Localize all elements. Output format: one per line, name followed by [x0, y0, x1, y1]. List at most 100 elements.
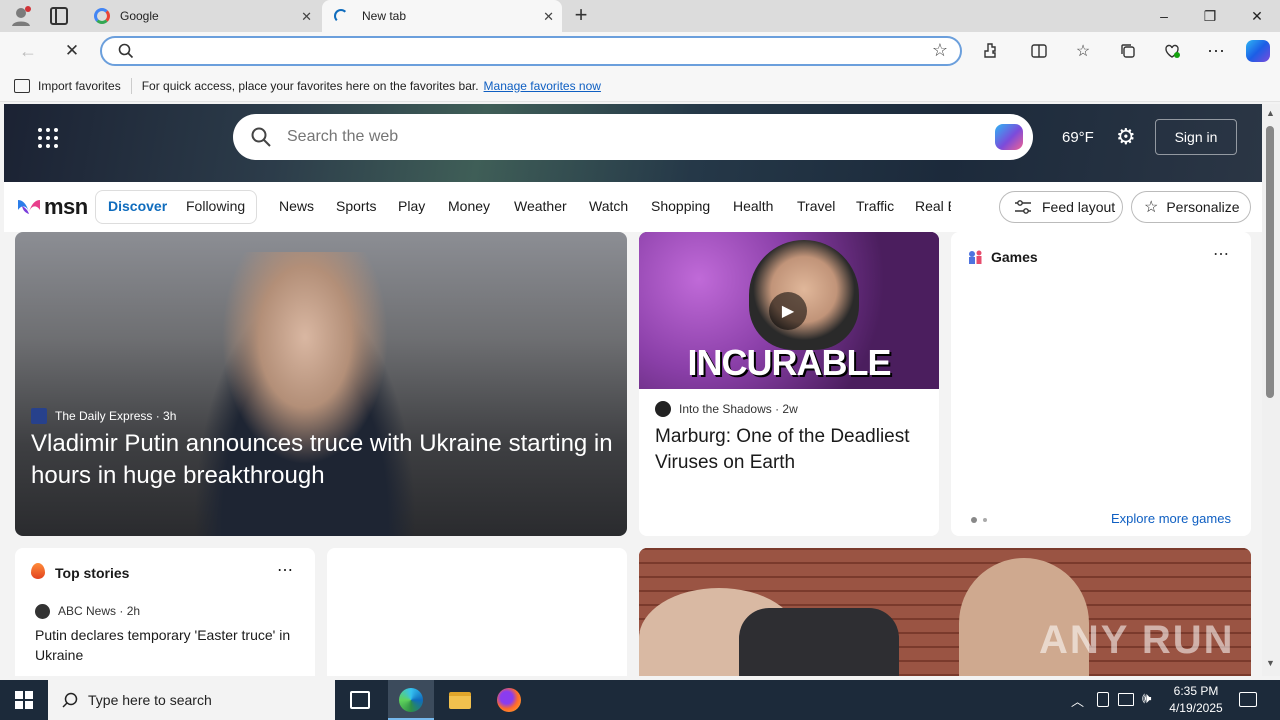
video-source: Into the Shadows · 2w: [679, 402, 798, 416]
scrollbar-thumb[interactable]: [1266, 126, 1274, 398]
close-tab-icon[interactable]: ✕: [301, 9, 312, 25]
source-logo: [31, 408, 47, 424]
lead-source: The Daily Express · 3h: [55, 409, 177, 423]
web-search-box[interactable]: [233, 114, 1033, 160]
feed-layout-label: Feed layout: [1042, 199, 1116, 215]
games-card: Games ⋯ Explore more games: [951, 232, 1251, 536]
new-tab-button[interactable]: +: [568, 3, 594, 29]
nav-travel[interactable]: Travel: [797, 198, 835, 214]
weather-temperature[interactable]: 69°F: [1062, 129, 1094, 146]
games-more-icon[interactable]: ⋯: [1213, 244, 1229, 264]
more-options-icon[interactable]: ⋯: [1202, 37, 1230, 65]
loading-icon: [334, 9, 348, 23]
clock-date: 4/19/2025: [1169, 701, 1223, 715]
search-icon: [62, 692, 78, 708]
close-window-button[interactable]: ✕: [1234, 0, 1280, 32]
personalize-button[interactable]: ☆ Personalize: [1131, 191, 1251, 223]
nav-weather[interactable]: Weather: [514, 198, 567, 214]
carousel-dot-active[interactable]: [971, 517, 977, 523]
manage-favorites-link[interactable]: Manage favorites now: [484, 79, 601, 93]
top-stories-title: Top stories: [55, 565, 130, 581]
windows-start-icon[interactable]: [15, 691, 33, 709]
sign-in-button[interactable]: Sign in: [1155, 119, 1237, 155]
divider: [130, 77, 132, 94]
firefox-icon[interactable]: [497, 688, 521, 712]
extensions-icon[interactable]: [977, 37, 1005, 65]
play-button-icon[interactable]: ▶: [769, 292, 807, 330]
games-title: Games: [991, 249, 1038, 265]
task-view-icon[interactable]: [350, 691, 370, 709]
fire-icon: [31, 563, 45, 579]
restore-button[interactable]: ❐: [1187, 0, 1233, 32]
nav-health[interactable]: Health: [733, 198, 773, 214]
tab-new-tab[interactable]: New tab ✕: [322, 0, 562, 32]
browser-essentials-icon[interactable]: [1158, 37, 1186, 65]
split-screen-icon[interactable]: [1025, 37, 1053, 65]
clock[interactable]: 6:35 PM 4/19/2025: [1160, 683, 1232, 717]
web-search-input[interactable]: [287, 126, 927, 148]
profile-icon[interactable]: [10, 5, 32, 27]
minimize-button[interactable]: –: [1141, 0, 1187, 32]
top-stories-more-icon[interactable]: ⋯: [277, 560, 293, 580]
settings-gear-icon[interactable]: ⚙: [1116, 124, 1136, 150]
show-hidden-icons[interactable]: ︿: [1071, 691, 1084, 710]
back-arrow-icon[interactable]: ←: [14, 37, 42, 65]
watermark-text: ANY RUN: [1039, 618, 1235, 662]
nav-watch[interactable]: Watch: [589, 198, 628, 214]
collections-icon[interactable]: [1114, 37, 1142, 65]
scroll-up-arrow[interactable]: ▲: [1266, 108, 1275, 118]
taskbar-search-box[interactable]: Type here to search: [48, 680, 335, 720]
copilot-search-icon[interactable]: [995, 124, 1023, 150]
tab-discover[interactable]: Discover: [108, 198, 167, 214]
windows-taskbar: Type here to search ︿ 🕪 6:35 PM 4/19/202…: [0, 680, 1280, 720]
tab-actions-icon[interactable]: [50, 7, 68, 25]
msn-logo[interactable]: msn: [16, 194, 88, 220]
news-image-card[interactable]: ANY RUN: [639, 548, 1251, 676]
favorite-star-icon[interactable]: ☆: [932, 40, 948, 61]
sliders-icon: [1015, 200, 1031, 214]
volume-icon[interactable]: 🕪: [1142, 690, 1151, 707]
video-story-card[interactable]: INCURABLE ▶ Into the Shadows · 2w Marbur…: [639, 232, 939, 536]
notification-icon[interactable]: [1239, 692, 1257, 707]
close-tab-icon[interactable]: ✕: [543, 9, 554, 25]
import-favorites-link[interactable]: Import favorites: [38, 79, 121, 93]
page-scrollbar[interactable]: ▲ ▼: [1262, 104, 1280, 676]
nav-news[interactable]: News: [279, 198, 314, 214]
search-icon: [118, 43, 134, 59]
favorites-icon[interactable]: ☆: [1069, 37, 1097, 65]
nav-play[interactable]: Play: [398, 198, 425, 214]
network-icon[interactable]: [1118, 693, 1134, 706]
edge-taskbar-button[interactable]: [388, 680, 434, 720]
import-favorites-icon[interactable]: [14, 78, 30, 93]
nav-money[interactable]: Money: [448, 198, 490, 214]
new-tab-page: 69°F ⚙ Sign in msn Discover Following Ne…: [4, 104, 1262, 676]
nav-sports[interactable]: Sports: [336, 198, 376, 214]
video-headline[interactable]: Marburg: One of the Deadliest Viruses on…: [655, 424, 925, 476]
tab-google[interactable]: Google ✕: [84, 0, 320, 32]
lead-story-card[interactable]: The Daily Express · 3h Vladimir Putin an…: [15, 232, 627, 536]
file-explorer-icon[interactable]: [449, 692, 471, 709]
news-photo-crowd: [739, 608, 899, 676]
apps-grid-icon[interactable]: [38, 128, 58, 148]
address-bar[interactable]: ☆: [100, 36, 962, 66]
feed-layout-button[interactable]: Feed layout: [999, 191, 1123, 223]
nav-shopping[interactable]: Shopping: [651, 198, 710, 214]
copilot-icon[interactable]: [1246, 40, 1270, 62]
scroll-down-arrow[interactable]: ▼: [1266, 658, 1275, 668]
story-headline[interactable]: Putin declares temporary 'Easter truce' …: [35, 625, 299, 665]
nav-real-estate[interactable]: Real E: [915, 198, 951, 214]
top-stories-card: Top stories ⋯ ABC News · 2h Putin declar…: [15, 548, 315, 676]
stop-loading-icon[interactable]: ✕: [58, 37, 86, 65]
carousel-dot[interactable]: [983, 518, 987, 522]
explore-more-games-link[interactable]: Explore more games: [1111, 511, 1231, 526]
msn-nav-bar: msn Discover Following News Sports Play …: [4, 182, 1262, 232]
video-thumbnail: INCURABLE ▶: [639, 232, 939, 389]
tab-title: New tab: [362, 9, 407, 23]
personalize-label: Personalize: [1166, 199, 1240, 215]
lead-headline[interactable]: Vladimir Putin announces truce with Ukra…: [31, 428, 621, 492]
tab-following[interactable]: Following: [186, 198, 245, 214]
nav-traffic[interactable]: Traffic: [856, 198, 894, 214]
device-icon[interactable]: [1097, 692, 1109, 707]
address-input[interactable]: [142, 41, 922, 61]
google-icon: [94, 8, 110, 24]
